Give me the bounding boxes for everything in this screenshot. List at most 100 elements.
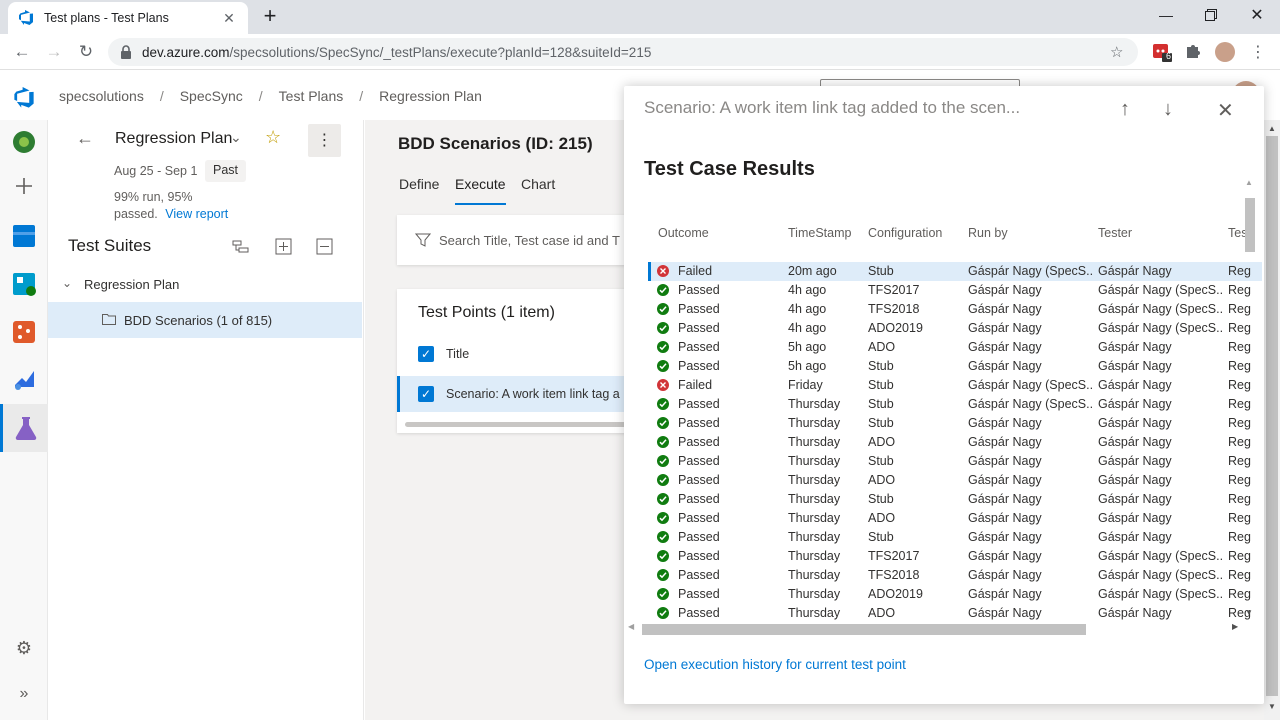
extension-badge-count: 6: [1166, 51, 1172, 61]
view-report-link[interactable]: View report: [165, 207, 228, 221]
col-outcome[interactable]: Outcome: [658, 226, 709, 240]
close-tab-icon[interactable]: ✕: [220, 10, 238, 27]
result-row[interactable]: Failed Friday Stub Gáspár Nagy (SpecS... Gás…: [648, 376, 1262, 395]
bookmark-star-icon[interactable]: ☆: [1110, 43, 1130, 61]
minimize-icon[interactable]: —: [1143, 0, 1189, 30]
col-configuration[interactable]: Configuration: [868, 226, 942, 240]
passed-outcome-icon: [657, 398, 669, 410]
cell-run-by: Gáspár Nagy: [968, 321, 1042, 335]
passed-outcome-icon: [657, 455, 669, 467]
test-plans-nav-selected[interactable]: [0, 404, 48, 452]
result-row[interactable]: Failed 20m ago Stub Gáspár Nagy (SpecS... Gá…: [648, 262, 1262, 281]
result-row[interactable]: Passed Thursday ADO Gáspár Nagy Gáspár Nagy R…: [648, 433, 1262, 452]
add-suite-tree-icon[interactable]: [232, 239, 250, 255]
restore-icon[interactable]: [1188, 0, 1234, 30]
result-row[interactable]: Passed Thursday TFS2018 Gáspár Nagy Gáspár N…: [648, 566, 1262, 585]
col-tester[interactable]: Tester: [1098, 226, 1132, 240]
result-row[interactable]: Passed 4h ago TFS2018 Gáspár Nagy Gáspár Nag…: [648, 300, 1262, 319]
scroll-right-arrow-icon[interactable]: ▶: [1232, 622, 1238, 631]
results-h-scrollbar-thumb[interactable]: [642, 624, 1086, 635]
suite-root[interactable]: Regression Plan: [84, 277, 179, 292]
plan-name[interactable]: Regression Plan: [115, 130, 232, 148]
result-row[interactable]: Passed Thursday Stub Gáspár Nagy Gáspár Nagy…: [648, 490, 1262, 509]
scroll-up-arrow-icon[interactable]: ▲: [1245, 178, 1253, 187]
result-row[interactable]: Passed Thursday Stub Gáspár Nagy Gáspár Nagy…: [648, 528, 1262, 547]
extension-badge-icon[interactable]: 6: [1152, 42, 1172, 62]
row-checkbox[interactable]: ✓: [418, 386, 434, 402]
suite-child-selected[interactable]: BDD Scenarios (1 of 815): [48, 302, 362, 338]
breadcrumb-org[interactable]: specsolutions: [59, 88, 144, 104]
result-row[interactable]: Passed 4h ago ADO2019 Gáspár Nagy Gáspár Nag…: [648, 319, 1262, 338]
col-timestamp[interactable]: TimeStamp: [788, 226, 851, 240]
result-row[interactable]: Passed 5h ago ADO Gáspár Nagy Gáspár Nagy Reg: [648, 338, 1262, 357]
cell-timestamp: Thursday: [788, 454, 841, 468]
result-row[interactable]: Passed Thursday Stub Gáspár Nagy Gáspár Nagy…: [648, 414, 1262, 433]
tab-execute[interactable]: Execute: [455, 176, 506, 205]
browser-menu-icon[interactable]: ⋮: [1248, 42, 1268, 62]
results-horizontal-scrollbar[interactable]: ◀ ▶: [626, 622, 1240, 636]
result-row[interactable]: Passed Thursday ADO Gáspár Nagy Gáspár Nagy R…: [648, 509, 1262, 528]
result-row[interactable]: Passed 5h ago Stub Gáspár Nagy Gáspár Nagy Re…: [648, 357, 1262, 376]
scroll-up-arrow-icon[interactable]: ▲: [1268, 124, 1276, 133]
boards-icon[interactable]: [10, 270, 38, 298]
cell-run-by: Gáspár Nagy: [968, 359, 1042, 373]
page-scrollbar-thumb[interactable]: [1266, 136, 1278, 696]
cell-outcome: Passed: [678, 511, 720, 525]
scroll-down-arrow-icon[interactable]: ▼: [1268, 702, 1276, 711]
result-row[interactable]: Passed Thursday Stub Gáspár Nagy (SpecS... G…: [648, 395, 1262, 414]
result-row[interactable]: Passed Thursday ADO Gáspár Nagy Gáspár Nagy R…: [648, 604, 1262, 623]
back-icon[interactable]: ←: [9, 40, 35, 64]
tree-expand-chevron-icon[interactable]: ⌄: [62, 276, 72, 290]
cell-run-by: Gáspár Nagy: [968, 606, 1042, 620]
col-run-by[interactable]: Run by: [968, 226, 1008, 240]
add-icon[interactable]: [10, 172, 38, 200]
select-all-checkbox[interactable]: ✓: [418, 346, 434, 362]
filter-bar[interactable]: Search Title, Test case id and T: [397, 215, 657, 265]
address-bar[interactable]: dev.azure.com/specsolutions/SpecSync/_te…: [108, 38, 1138, 66]
repos-icon[interactable]: [10, 318, 38, 346]
tab-chart[interactable]: Chart: [521, 176, 555, 192]
result-row[interactable]: Passed 4h ago TFS2017 Gáspár Nagy Gáspár Nag…: [648, 281, 1262, 300]
new-tab-button[interactable]: +: [256, 5, 284, 29]
scroll-down-arrow-icon[interactable]: ▼: [1245, 608, 1253, 617]
open-execution-history-link[interactable]: Open execution history for current test …: [644, 657, 906, 672]
project-overview-icon[interactable]: [10, 128, 38, 156]
breadcrumb-test-plans[interactable]: Test Plans: [279, 88, 344, 104]
back-arrow-icon[interactable]: ←: [76, 128, 94, 149]
overview-icon[interactable]: [10, 222, 38, 250]
breadcrumb-project[interactable]: SpecSync: [180, 88, 243, 104]
window-close-icon[interactable]: ✕: [1234, 0, 1280, 30]
results-vertical-scrollbar[interactable]: ▲ ▼: [1242, 178, 1256, 622]
pipelines-icon[interactable]: [10, 366, 38, 394]
previous-arrow-icon[interactable]: ↑: [1120, 98, 1130, 121]
collapse-all-icon[interactable]: [316, 238, 333, 255]
browser-tab[interactable]: Test plans - Test Plans ✕: [8, 2, 248, 34]
result-row[interactable]: Passed Thursday Stub Gáspár Nagy Gáspár Nagy…: [648, 452, 1262, 471]
title-column-header[interactable]: Title: [446, 347, 469, 361]
cell-run-by: Gáspár Nagy (SpecS...: [968, 397, 1094, 411]
results-scrollbar-thumb[interactable]: [1245, 198, 1255, 252]
more-actions-icon[interactable]: ⋮: [308, 124, 341, 157]
horizontal-scrollbar[interactable]: [405, 422, 645, 427]
result-row[interactable]: Passed Thursday ADO Gáspár Nagy Gáspár Nagy R…: [648, 471, 1262, 490]
expand-all-icon[interactable]: [275, 238, 292, 255]
reload-icon[interactable]: ↻: [73, 40, 99, 64]
favorite-star-icon[interactable]: ☆: [265, 127, 281, 148]
result-row[interactable]: Passed Thursday TFS2017 Gáspár Nagy Gáspár N…: [648, 547, 1262, 566]
tab-define[interactable]: Define: [399, 176, 439, 192]
settings-gear-icon[interactable]: ⚙: [14, 638, 34, 658]
breadcrumb-regression-plan[interactable]: Regression Plan: [379, 88, 482, 104]
expand-nav-icon[interactable]: »: [14, 685, 34, 705]
close-panel-icon[interactable]: ✕: [1217, 98, 1234, 123]
azure-devops-logo-icon[interactable]: [13, 87, 35, 109]
result-row[interactable]: Passed Thursday ADO2019 Gáspár Nagy Gáspár N…: [648, 585, 1262, 604]
scroll-left-arrow-icon[interactable]: ◀: [628, 622, 634, 631]
next-arrow-icon[interactable]: ↓: [1163, 98, 1173, 121]
profile-avatar[interactable]: [1215, 42, 1235, 62]
cell-configuration: Stub: [868, 359, 894, 373]
extensions-puzzle-icon[interactable]: [1184, 42, 1204, 62]
page-scrollbar[interactable]: ▲ ▼: [1264, 120, 1280, 720]
forward-icon[interactable]: →: [41, 40, 67, 64]
plan-dropdown-chevron-icon[interactable]: ⌄: [230, 129, 242, 146]
test-point-row[interactable]: ✓ Scenario: A work item link tag a: [397, 376, 657, 412]
